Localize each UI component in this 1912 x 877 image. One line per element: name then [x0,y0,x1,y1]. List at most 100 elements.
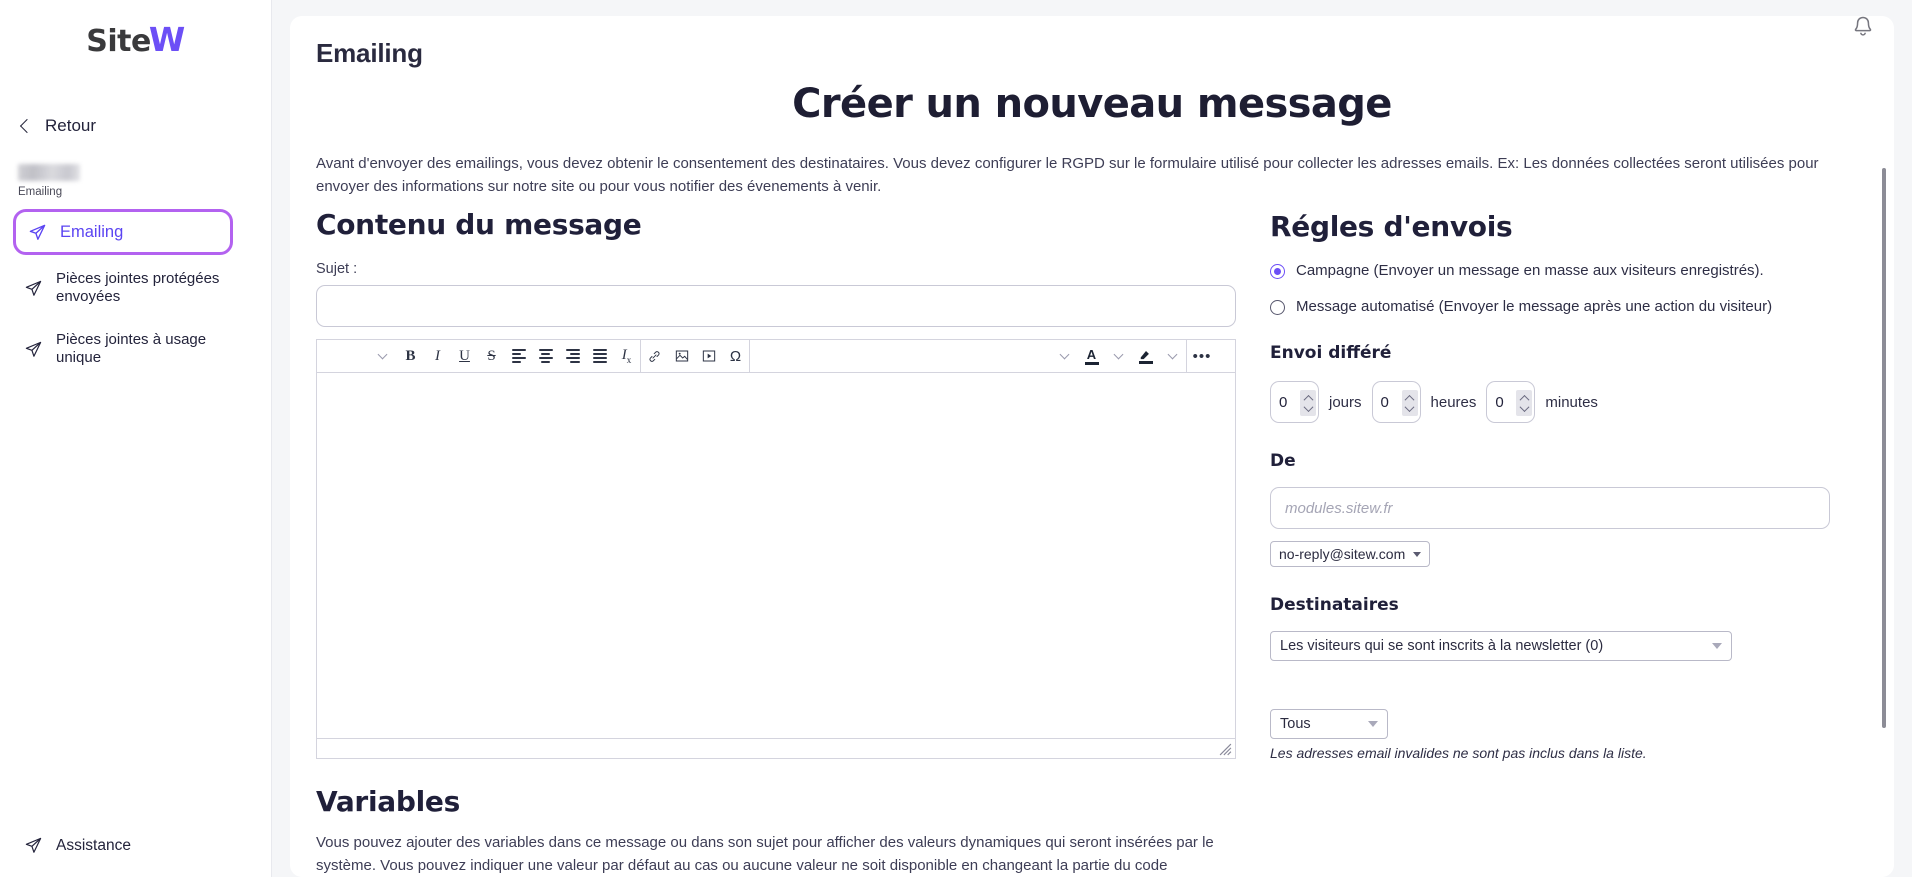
text-color-chevron-icon[interactable] [1051,343,1078,370]
align-right-button[interactable] [559,343,586,370]
delay-hours-unit: heures [1430,393,1477,411]
toolbar-group-more: ••• [1187,340,1217,372]
paragraph-format-chevron-icon[interactable] [367,343,397,370]
more-options-button[interactable]: ••• [1187,343,1217,370]
back-button[interactable]: Retour [0,106,271,146]
sidebar-item-label: Pièces jointes protégées envoyées [56,270,220,306]
notification-bell-icon[interactable] [1850,14,1876,40]
sidebar-item-label: Pièces jointes à usage unique [56,330,207,367]
paper-plane-icon [29,224,46,240]
strikethrough-button[interactable]: S [478,343,505,370]
recipients-heading: Destinataires [1270,595,1399,615]
text-color-dropdown-chevron-icon[interactable] [1105,343,1132,370]
brand-logo[interactable]: Site W [0,0,271,78]
page-title: Emailing [316,38,423,68]
main-heading: Créer un nouveau message [792,81,1392,127]
delay-minutes-unit: minutes [1545,393,1598,411]
radio-label: Message automatisé (Envoyer le message a… [1296,298,1773,315]
italic-button[interactable]: I [424,343,451,370]
recipients-filter-value: Tous [1280,716,1311,732]
brand-name-dark: Site [86,23,151,59]
recipients-list-value: Les visiteurs qui se sont inscrits à la … [1280,638,1604,654]
editor-statusbar [317,738,1235,758]
highlight-color-dropdown-chevron-icon[interactable] [1159,343,1186,370]
subject-input[interactable] [316,285,1236,327]
from-address-value: no-reply@sitew.com [1279,546,1406,562]
delay-hours-stepper[interactable]: 0 [1371,381,1421,423]
sidebar: Site W Retour Emailing Emailing Pièces j… [0,0,272,877]
radio-option-message-automatise[interactable]: Message automatisé (Envoyer le message a… [1270,298,1868,315]
text-color-button[interactable]: A [1078,343,1105,370]
special-character-button[interactable]: Ω [722,343,749,370]
sidebar-item-single-use-attachments[interactable]: Pièces jointes à usage unique [12,322,259,377]
chevron-left-icon [19,118,35,134]
chevron-down-icon [1712,643,1722,649]
content-card: Emailing Créer un nouveau message Avant … [290,16,1894,877]
delay-hours-value: 0 [1380,393,1389,411]
insert-video-button[interactable] [695,343,722,370]
main-area: Emailing Créer un nouveau message Avant … [272,0,1912,877]
recipients-list-select[interactable]: Les visiteurs qui se sont inscrits à la … [1270,631,1732,661]
content-section-heading: Contenu du message [316,208,642,241]
insert-link-button[interactable] [641,343,668,370]
intro-paragraph: Avant d'envoyer des emailings, vous deve… [316,155,1819,195]
radio-option-campagne[interactable]: Campagne (Envoyer un message en masse au… [1270,262,1868,279]
chevron-down-icon [1368,721,1378,727]
align-left-button[interactable] [505,343,532,370]
toolbar-group-insert: Ω [641,340,749,372]
rules-section-heading: Régles d'envois [1270,210,1513,243]
toolbar-separator [749,339,750,373]
app-root: Site W Retour Emailing Emailing Pièces j… [0,0,1912,877]
editor-body[interactable] [317,373,1235,738]
editor-toolbar: B I U S Ix Ω A ••• [317,339,1235,373]
delay-days-value: 0 [1279,393,1288,411]
insert-image-button[interactable] [668,343,695,370]
from-address-select[interactable]: no-reply@sitew.com [1270,541,1431,567]
sidebar-item-label: Emailing [60,223,124,241]
paper-plane-icon [25,341,42,357]
bold-button[interactable]: B [397,343,424,370]
radio-indicator [1270,300,1285,315]
brand-name-accent: W [148,19,185,59]
recipients-filter-select[interactable]: Tous [1270,709,1388,739]
align-justify-button[interactable] [586,343,613,370]
sidebar-item-assistance[interactable]: Assistance [0,828,143,863]
paper-plane-icon [25,280,42,296]
paper-plane-icon [25,837,42,853]
chevron-down-icon [1413,551,1422,557]
variables-section-heading: Variables [316,785,460,818]
stepper-arrows-icon[interactable] [1300,390,1316,416]
vertical-scrollbar-thumb[interactable] [1882,168,1886,728]
two-column-layout: Contenu du message Sujet : B I U S Ix Ω … [316,208,1868,877]
toolbar-group-format: B I U S Ix [317,340,640,372]
toolbar-group-colors: A [1051,340,1186,372]
sidebar-item-emailing[interactable]: Emailing [13,209,233,256]
delay-heading: Envoi différé [1270,343,1392,363]
delay-fields: 0 jours 0 heures 0 minutes [1270,381,1868,423]
underline-button[interactable]: U [451,343,478,370]
remove-format-button[interactable]: Ix [613,343,640,370]
align-center-button[interactable] [532,343,559,370]
site-section-caption: Emailing [18,186,63,198]
radio-indicator [1270,264,1285,279]
highlight-color-button[interactable] [1132,343,1159,370]
assistance-label: Assistance [56,836,131,854]
radio-label: Campagne (Envoyer un message en masse au… [1296,262,1764,279]
from-domain-input[interactable] [1270,487,1830,529]
resize-handle-icon[interactable] [1219,743,1232,756]
stepper-arrows-icon[interactable] [1516,390,1533,416]
message-content-column: Contenu du message Sujet : B I U S Ix Ω … [316,208,1236,877]
site-name-redacted [18,164,80,181]
sidebar-item-protected-attachments[interactable]: Pièces jointes protégées envoyées [12,261,259,316]
back-button-label: Retour [45,116,97,135]
delay-days-stepper[interactable]: 0 [1270,381,1319,423]
recipients-note: Les adresses email invalides ne sont pas… [1270,745,1647,761]
stepper-arrows-icon[interactable] [1401,390,1418,416]
rich-text-editor: B I U S Ix Ω A ••• [316,339,1236,759]
from-heading: De [1270,451,1296,471]
delay-minutes-stepper[interactable]: 0 [1486,381,1536,423]
sidebar-nav: Emailing Pièces jointes protégées envoyé… [0,209,271,382]
delay-days-unit: jours [1329,393,1362,411]
subject-label: Sujet : [316,261,358,277]
sending-rules-column: Régles d'envois Campagne (Envoyer un mes… [1270,208,1868,877]
